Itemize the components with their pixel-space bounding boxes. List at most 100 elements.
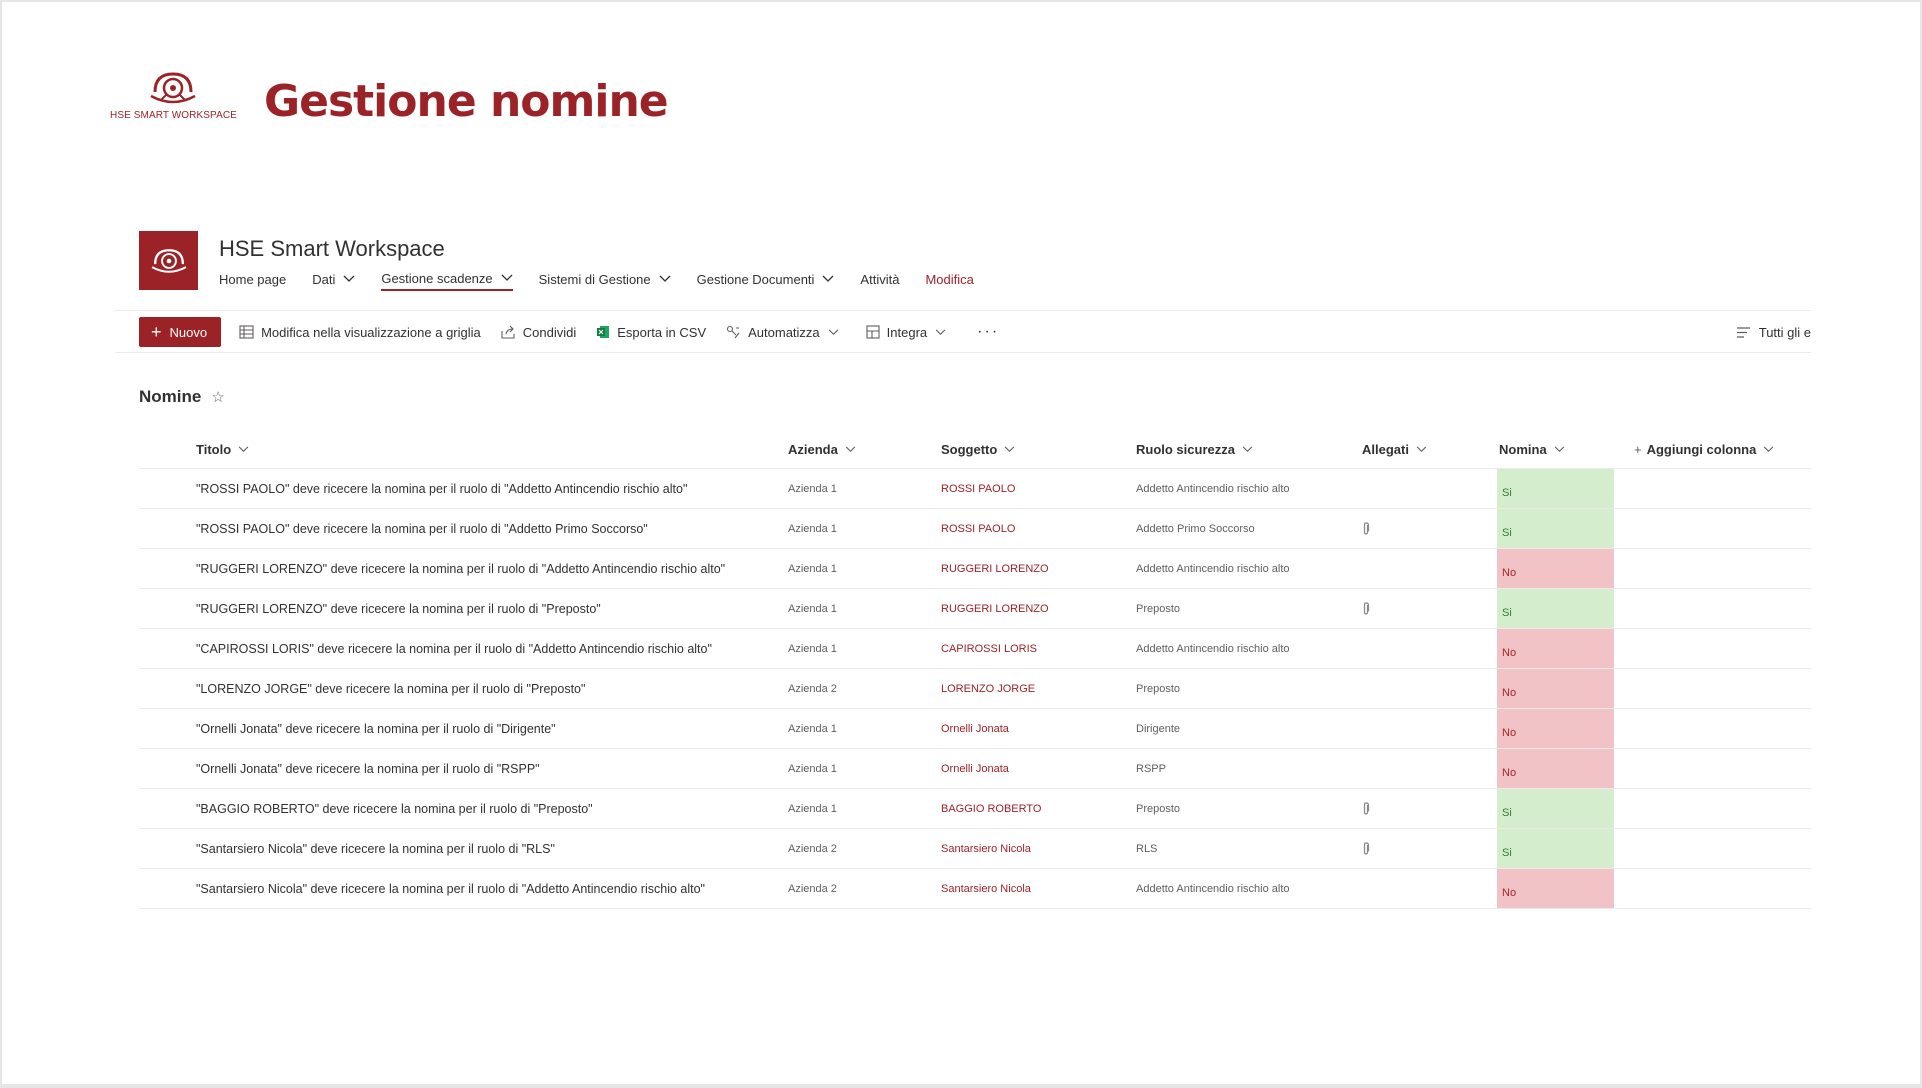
cell-titolo[interactable]: "Santarsiero Nicola" deve ricecere la no…	[196, 869, 705, 908]
cell-soggetto[interactable]: ROSSI PAOLO	[941, 509, 1015, 548]
cell-titolo[interactable]: "Ornelli Jonata" deve ricecere la nomina…	[196, 749, 540, 788]
cell-soggetto[interactable]: Ornelli Jonata	[941, 749, 1009, 788]
paperclip-icon[interactable]	[1362, 802, 1370, 815]
share-label: Condividi	[522, 324, 577, 340]
add-column-button[interactable]: + Aggiungi colonna	[1634, 430, 1774, 468]
automate-button[interactable]: Automatizza	[726, 325, 846, 340]
column-header-nomina[interactable]: Nomina	[1499, 430, 1565, 468]
cell-ruolo: Addetto Antincendio rischio alto	[1136, 642, 1290, 655]
column-header-allegati[interactable]: Allegati	[1362, 430, 1427, 468]
paperclip-icon[interactable]	[1362, 842, 1370, 855]
column-header-ruolo[interactable]: Ruolo sicurezza	[1136, 430, 1253, 468]
star-icon[interactable]: ☆	[211, 388, 224, 406]
nav-home[interactable]: Home page	[219, 268, 286, 290]
command-bar-divider	[115, 352, 1811, 353]
cell-soggetto[interactable]: ROSSI PAOLO	[941, 469, 1015, 508]
table-row[interactable]: "ROSSI PAOLO" deve ricecere la nomina pe…	[139, 509, 1811, 549]
nav-attivita[interactable]: Attività	[860, 268, 899, 290]
cell-soggetto[interactable]: Ornelli Jonata	[941, 709, 1009, 748]
export-csv-button[interactable]: Esporta in CSV	[596, 325, 706, 340]
cell-azienda: Azienda 1	[788, 522, 837, 535]
cell-titolo[interactable]: "BAGGIO ROBERTO" deve ricecere la nomina…	[196, 789, 593, 828]
list-grid: Titolo Azienda Soggetto Ruolo sicurezza …	[139, 430, 1811, 909]
table-row[interactable]: "LORENZO JORGE" deve ricecere la nomina …	[139, 669, 1811, 709]
integrate-icon	[866, 325, 880, 339]
cell-ruolo: Preposto	[1136, 602, 1181, 615]
cell-ruolo: RLS	[1136, 842, 1158, 855]
cell-azienda: Azienda 2	[788, 842, 837, 855]
cell-azienda: Azienda 2	[788, 682, 837, 695]
paperclip-icon[interactable]	[1362, 522, 1370, 535]
share-button[interactable]: Condividi	[501, 325, 576, 340]
table-row[interactable]: "Santarsiero Nicola" deve ricecere la no…	[139, 829, 1811, 869]
cell-titolo[interactable]: "RUGGERI LORENZO" deve ricecere la nomin…	[196, 549, 725, 588]
cell-titolo[interactable]: "Ornelli Jonata" deve ricecere la nomina…	[196, 709, 556, 748]
site-title[interactable]: HSE Smart Workspace	[219, 236, 445, 262]
cell-soggetto[interactable]: RUGGERI LORENZO	[941, 589, 1049, 628]
table-row[interactable]: "RUGGERI LORENZO" deve ricecere la nomin…	[139, 549, 1811, 589]
nav-gestione-documenti[interactable]: Gestione Documenti	[697, 268, 835, 290]
more-commands-button[interactable]: ···	[977, 323, 999, 341]
nomina-value: Si	[1502, 526, 1512, 539]
cell-azienda: Azienda 1	[788, 482, 837, 495]
view-list-icon	[1736, 326, 1750, 338]
table-row[interactable]: "Santarsiero Nicola" deve ricecere la no…	[139, 869, 1811, 909]
nav-modifica[interactable]: Modifica	[925, 268, 973, 290]
site-logo[interactable]	[139, 231, 198, 290]
chevron-down-icon	[1554, 445, 1564, 452]
nav-label: Dati	[312, 271, 336, 287]
cell-titolo[interactable]: "LORENZO JORGE" deve ricecere la nomina …	[196, 669, 585, 708]
list-title-text: Nomine	[139, 387, 202, 406]
cell-soggetto[interactable]: LORENZO JORGE	[941, 669, 1035, 708]
grid-edit-button[interactable]: Modifica nella visualizzazione a griglia	[239, 325, 481, 340]
chevron-down-icon	[238, 445, 249, 452]
nav-dati[interactable]: Dati	[312, 268, 355, 290]
grid-edit-label: Modifica nella visualizzazione a griglia	[261, 324, 481, 340]
nomina-value: No	[1502, 726, 1517, 739]
chevron-down-icon	[343, 275, 355, 282]
cell-azienda: Azienda 2	[788, 882, 837, 895]
cell-ruolo: Addetto Antincendio rischio alto	[1136, 882, 1290, 895]
plus-icon: +	[151, 322, 162, 342]
cell-titolo[interactable]: "RUGGERI LORENZO" deve ricecere la nomin…	[196, 589, 601, 628]
nav-gestione-scadenze[interactable]: Gestione scadenze	[381, 267, 513, 291]
view-selector[interactable]: Tutti gli e	[1736, 316, 1811, 348]
automate-label: Automatizza	[748, 324, 820, 340]
table-row[interactable]: "Ornelli Jonata" deve ricecere la nomina…	[139, 709, 1811, 749]
page-canvas: HSE SMART WORKSPACE Gestione nomine HSE …	[2, 2, 1920, 1084]
nav-sistemi-gestione[interactable]: Sistemi di Gestione	[539, 268, 671, 290]
nav-label: Attività	[860, 271, 900, 287]
cell-titolo[interactable]: "Santarsiero Nicola" deve ricecere la no…	[196, 829, 555, 868]
cell-titolo[interactable]: "ROSSI PAOLO" deve ricecere la nomina pe…	[196, 469, 687, 508]
new-button-label: Nuovo	[169, 324, 208, 340]
list-title: Nomine ☆	[139, 387, 225, 407]
cell-soggetto[interactable]: Santarsiero Nicola	[941, 829, 1031, 868]
integrate-label: Integra	[886, 324, 928, 340]
new-button[interactable]: + Nuovo	[139, 317, 222, 347]
cell-soggetto[interactable]: Santarsiero Nicola	[941, 869, 1031, 908]
cell-soggetto[interactable]: RUGGERI LORENZO	[941, 549, 1049, 588]
table-row[interactable]: "CAPIROSSI LORIS" deve ricecere la nomin…	[139, 629, 1811, 669]
chevron-down-icon	[828, 328, 838, 335]
nomina-value: No	[1502, 566, 1517, 579]
cell-soggetto[interactable]: BAGGIO ROBERTO	[941, 789, 1041, 828]
table-row[interactable]: "RUGGERI LORENZO" deve ricecere la nomin…	[139, 589, 1811, 629]
cell-titolo[interactable]: "ROSSI PAOLO" deve ricecere la nomina pe…	[196, 509, 648, 548]
cell-azienda: Azienda 1	[788, 762, 837, 775]
chevron-down-icon	[1005, 445, 1015, 452]
table-row[interactable]: "Ornelli Jonata" deve ricecere la nomina…	[139, 749, 1811, 789]
column-header-azienda[interactable]: Azienda	[788, 430, 856, 468]
cell-nomina: No	[1497, 629, 1614, 668]
table-row[interactable]: "ROSSI PAOLO" deve ricecere la nomina pe…	[139, 469, 1811, 509]
cell-ruolo: Addetto Antincendio rischio alto	[1136, 562, 1290, 575]
table-row[interactable]: "BAGGIO ROBERTO" deve ricecere la nomina…	[139, 789, 1811, 829]
column-header-titolo[interactable]: Titolo	[196, 430, 249, 468]
cell-ruolo: Addetto Primo Soccorso	[1136, 522, 1255, 535]
cell-soggetto[interactable]: CAPIROSSI LORIS	[941, 629, 1037, 668]
grid-body: "ROSSI PAOLO" deve ricecere la nomina pe…	[139, 469, 1811, 909]
paperclip-icon[interactable]	[1362, 602, 1370, 615]
column-header-soggetto[interactable]: Soggetto	[941, 430, 1015, 468]
integrate-button[interactable]: Integra	[866, 325, 953, 340]
cell-titolo[interactable]: "CAPIROSSI LORIS" deve ricecere la nomin…	[196, 629, 712, 668]
column-label: Allegati	[1362, 441, 1409, 457]
